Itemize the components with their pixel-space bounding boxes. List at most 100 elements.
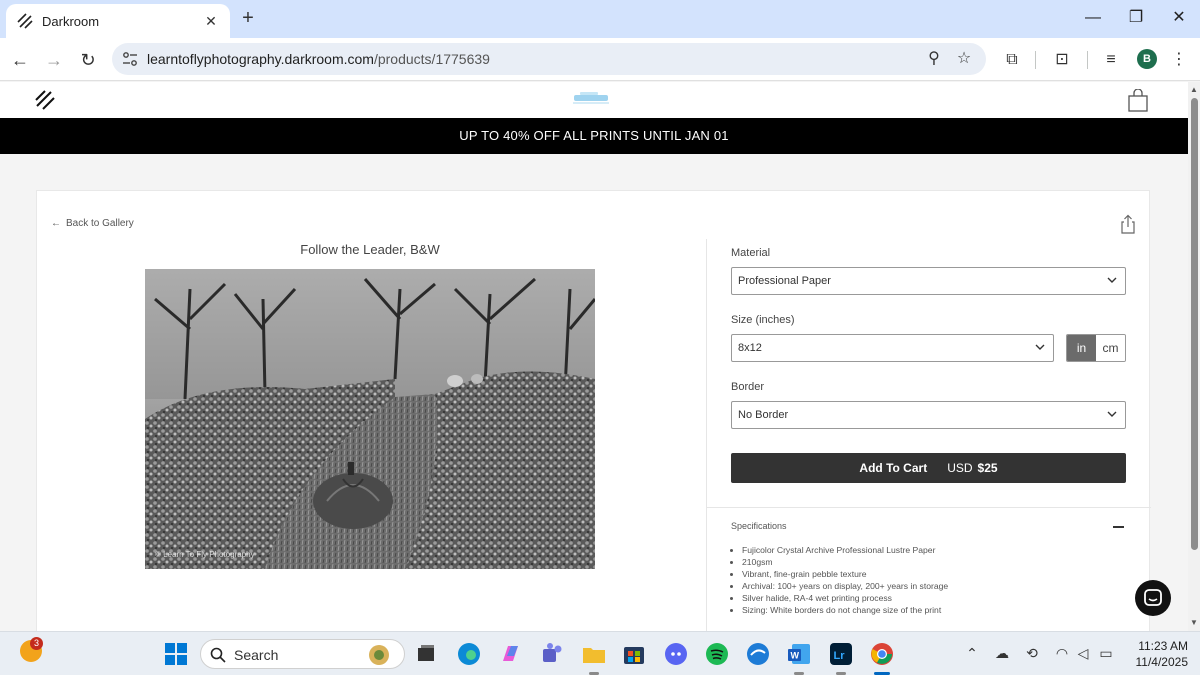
word-icon[interactable]: W (786, 641, 812, 667)
volume-icon[interactable]: ◁ (1074, 645, 1092, 662)
browser-tab[interactable]: Darkroom ✕ (6, 4, 230, 38)
reload-icon[interactable]: ↻ (77, 49, 99, 71)
back-to-gallery-link[interactable]: ← Back to Gallery (51, 218, 134, 229)
wifi-icon[interactable]: ◠ (1053, 645, 1071, 662)
share-icon[interactable] (1119, 214, 1137, 234)
border-value: No Border (738, 409, 789, 421)
notification-badge: 3 (30, 637, 43, 650)
scrollbar-thumb[interactable] (1191, 98, 1198, 550)
product-photo[interactable]: © Learn To Fly Photography (145, 269, 595, 569)
more-menu-icon[interactable]: ⋮ (1168, 49, 1190, 71)
unit-cm-button[interactable]: cm (1096, 335, 1125, 361)
tray-overflow-icon[interactable]: ⌃ (963, 645, 981, 662)
window-close-icon[interactable]: ✕ (1169, 8, 1189, 28)
profile-avatar[interactable]: B (1137, 49, 1157, 69)
menu-icon[interactable] (34, 89, 56, 111)
svg-text:Lr: Lr (834, 650, 846, 662)
collapse-icon[interactable] (1113, 526, 1124, 528)
battery-icon[interactable]: ▭ (1097, 645, 1115, 662)
photo-artwork (145, 269, 595, 569)
spotify-icon[interactable] (704, 641, 730, 667)
scroll-down-icon[interactable]: ▼ (1190, 619, 1198, 627)
forward-arrow-icon[interactable]: → (43, 49, 65, 71)
swift-app-icon[interactable] (745, 641, 771, 667)
tab-close-icon[interactable]: ✕ (202, 13, 220, 30)
chat-launcher-button[interactable] (1135, 580, 1171, 616)
taskbar-search-box[interactable]: Search (200, 639, 405, 669)
add-to-cart-button[interactable]: Add To Cart USD $25 (731, 453, 1126, 483)
list-item: Fujicolor Crystal Archive Professional L… (742, 544, 948, 556)
section-divider (707, 507, 1151, 508)
url-path: /products/1775639 (373, 51, 490, 67)
lightroom-icon[interactable]: Lr (828, 641, 854, 667)
promo-banner[interactable]: UP TO 40% OFF ALL PRINTS UNTIL JAN 01 (0, 118, 1188, 154)
copilot-icon[interactable] (498, 641, 524, 667)
extensions-icon[interactable]: ⧉ (1001, 49, 1023, 71)
shopping-bag-icon[interactable] (1127, 89, 1149, 113)
onedrive-icon[interactable]: ☁ (993, 645, 1011, 662)
restore-icon[interactable]: ❐ (1126, 8, 1146, 28)
toolbar-separator (1087, 51, 1088, 69)
size-value: 8x12 (738, 342, 762, 354)
product-card: ← Back to Gallery Follow the Leader, B&W (36, 190, 1151, 641)
photo-watermark: © Learn To Fly Photography (155, 550, 255, 559)
list-item: Archival: 100+ years on display, 200+ ye… (742, 580, 948, 592)
add-to-cart-label: Add To Cart (859, 461, 928, 475)
windows-start-icon[interactable] (163, 641, 189, 667)
site-info-icon[interactable] (122, 50, 138, 68)
chrome-icon[interactable] (869, 641, 895, 667)
teams-icon[interactable] (539, 641, 565, 667)
bookmark-star-icon[interactable]: ☆ (954, 49, 974, 69)
url-host: learntoflyphotography.darkroom.com (147, 51, 374, 67)
site-header (0, 82, 1188, 118)
back-arrow-icon[interactable]: ← (9, 49, 31, 71)
list-item: 210gsm (742, 556, 948, 568)
windows-taskbar: 3 Search W Lr ⌃ ☁ ⟲ ◠ ◁ ▭ 11:23 AM 11/4/… (0, 631, 1200, 675)
material-select[interactable]: Professional Paper (731, 267, 1126, 295)
size-select[interactable]: 8x12 (731, 334, 1054, 362)
site-logo-icon[interactable] (572, 90, 610, 108)
clock-date: 11/4/2025 (1135, 655, 1189, 669)
tab-search-icon[interactable]: ⊡ (1051, 49, 1073, 71)
material-value: Professional Paper (738, 275, 831, 287)
chevron-down-icon (1107, 277, 1117, 283)
scroll-up-icon[interactable]: ▲ (1190, 86, 1198, 94)
list-item: Silver halide, RA-4 wet printing process (742, 592, 948, 604)
unit-toggle: in cm (1066, 334, 1126, 362)
clock-time: 11:23 AM (1138, 639, 1188, 653)
column-divider (706, 239, 707, 641)
discord-icon[interactable] (663, 641, 689, 667)
specifications-title: Specifications (731, 521, 787, 531)
border-select[interactable]: No Border (731, 401, 1126, 429)
list-item: Vibrant, fine-grain pebble texture (742, 568, 948, 580)
search-icon (210, 647, 226, 663)
tab-title: Darkroom (42, 13, 100, 29)
edge-icon[interactable] (456, 641, 482, 667)
arrow-left-icon: ← (51, 218, 61, 229)
size-label: Size (inches) (731, 314, 795, 326)
svg-text:W: W (791, 651, 800, 661)
zoom-icon[interactable]: ⚲ (924, 49, 944, 69)
unit-in-button[interactable]: in (1067, 335, 1096, 361)
chat-icon (1144, 589, 1162, 606)
page-scrollbar[interactable]: ▲ ▼ (1188, 82, 1200, 631)
file-explorer-icon[interactable] (581, 641, 607, 667)
search-label: Search (234, 647, 279, 663)
system-clock[interactable]: 11:23 AM 11/4/2025 (1128, 638, 1189, 670)
chevron-down-icon (1107, 411, 1117, 417)
price-value: $25 (977, 461, 998, 475)
sync-icon[interactable]: ⟲ (1023, 645, 1041, 662)
minimize-icon[interactable]: — (1083, 8, 1103, 28)
darkroom-favicon-icon (17, 13, 33, 29)
new-tab-icon[interactable]: + (238, 8, 258, 28)
toolbar-separator (1035, 51, 1036, 69)
task-view-icon[interactable] (413, 641, 439, 667)
price-currency: USD (947, 461, 973, 475)
chevron-down-icon (1035, 344, 1045, 350)
browser-tabstrip: Darkroom ✕ + — ❐ ✕ (0, 0, 1200, 38)
specifications-list: Fujicolor Crystal Archive Professional L… (742, 544, 948, 616)
url-text[interactable]: learntoflyphotography.darkroom.com/produ… (147, 51, 490, 67)
media-control-icon[interactable]: ≡ (1100, 49, 1122, 71)
address-bar[interactable]: learntoflyphotography.darkroom.com/produ… (112, 43, 986, 75)
microsoft-store-icon[interactable] (621, 641, 647, 667)
